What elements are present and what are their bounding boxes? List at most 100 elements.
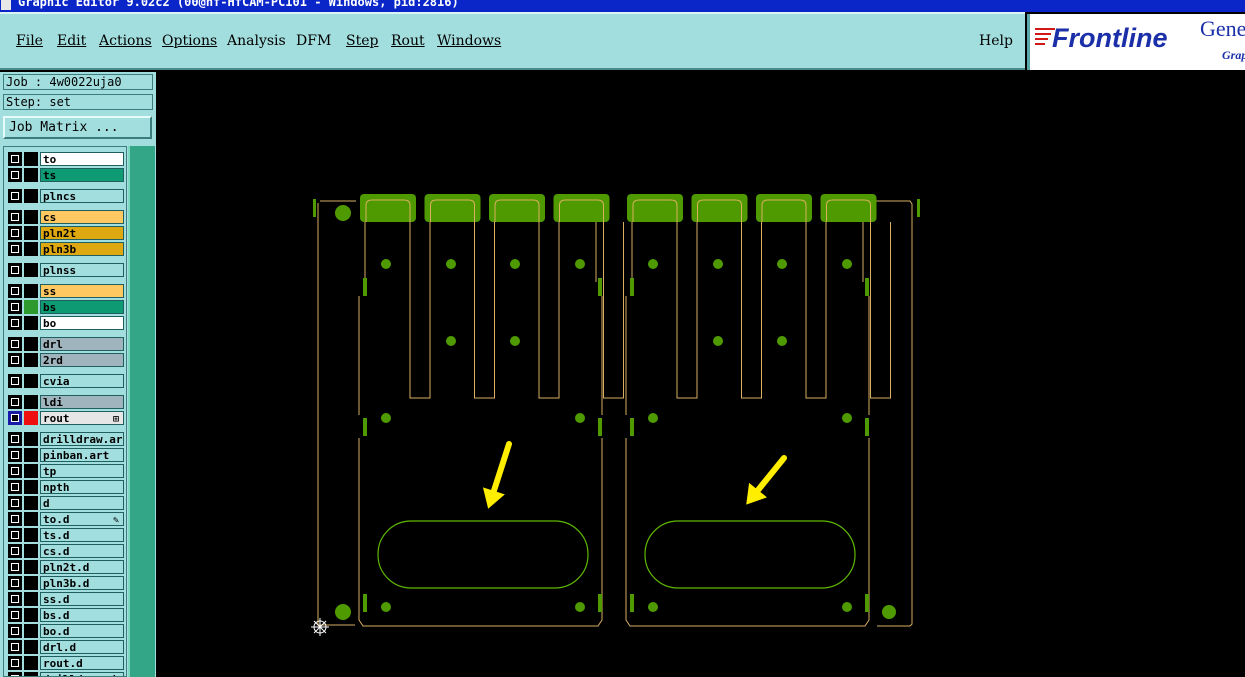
layer-name[interactable]: rout ⊞	[40, 411, 124, 425]
layer-affected-toggle[interactable]	[24, 544, 38, 558]
layer-name[interactable]: ts	[40, 168, 124, 182]
layer-checkbox[interactable]	[8, 226, 22, 240]
layer-name[interactable]: bo	[40, 316, 124, 330]
layer-checkbox[interactable]	[8, 300, 22, 314]
layer-affected-toggle[interactable]	[24, 624, 38, 638]
layer-row-to-d[interactable]: to.d ✎	[6, 511, 126, 527]
layer-affected-toggle[interactable]	[24, 464, 38, 478]
layer-checkbox[interactable]	[8, 560, 22, 574]
layer-name[interactable]: 2rd	[40, 353, 124, 367]
layer-row-pln3b-d[interactable]: pln3b.d	[6, 575, 126, 591]
layer-affected-toggle[interactable]	[24, 512, 38, 526]
layer-affected-toggle[interactable]	[24, 432, 38, 446]
layer-name[interactable]: ts.d	[40, 528, 124, 542]
layer-name[interactable]: cs	[40, 210, 124, 224]
layer-name[interactable]: bo.d	[40, 624, 124, 638]
layer-name[interactable]: drilldraw.ar	[40, 432, 124, 446]
layer-affected-toggle[interactable]	[24, 337, 38, 351]
layer-affected-toggle[interactable]	[24, 411, 38, 425]
layer-checkbox[interactable]	[8, 337, 22, 351]
layer-row-ldi[interactable]: ldi	[6, 394, 126, 410]
layer-row-2rd[interactable]: 2rd	[6, 352, 126, 368]
layer-checkbox[interactable]	[8, 608, 22, 622]
layer-name[interactable]: pln2t	[40, 226, 124, 240]
layer-name[interactable]: to	[40, 152, 124, 166]
layer-affected-toggle[interactable]	[24, 592, 38, 606]
layer-checkbox[interactable]	[8, 640, 22, 654]
menu-options[interactable]: Options	[162, 33, 217, 49]
layer-name[interactable]: cs.d	[40, 544, 124, 558]
layer-name[interactable]: drl.d	[40, 640, 124, 654]
layer-checkbox[interactable]	[8, 395, 22, 409]
layer-affected-toggle[interactable]	[24, 374, 38, 388]
layer-name[interactable]: tp	[40, 464, 124, 478]
layer-affected-toggle[interactable]	[24, 608, 38, 622]
layer-name[interactable]: bs	[40, 300, 124, 314]
layer-list[interactable]: to ts plncs cs pln2t pln3b plnss ss bs bo drl 2rd cv…	[3, 146, 127, 677]
layer-affected-toggle[interactable]	[24, 300, 38, 314]
layer-affected-toggle[interactable]	[24, 672, 38, 676]
layer-checkbox[interactable]	[8, 592, 22, 606]
layer-name[interactable]: pln3b	[40, 242, 124, 256]
layer-row-ts-d[interactable]: ts.d	[6, 527, 126, 543]
layer-name[interactable]: d	[40, 496, 124, 510]
layer-checkbox[interactable]	[8, 210, 22, 224]
layer-affected-toggle[interactable]	[24, 528, 38, 542]
layer-list-scrollbar[interactable]	[128, 146, 155, 677]
menu-analysis[interactable]: Analysis	[227, 33, 286, 49]
layer-affected-toggle[interactable]	[24, 168, 38, 182]
layer-row-rout-d[interactable]: rout.d	[6, 655, 126, 671]
layer-row-drilldraw-d[interactable]: drilldraw.d	[6, 671, 126, 676]
layer-row-bs-d[interactable]: bs.d	[6, 607, 126, 623]
layer-checkbox[interactable]	[8, 284, 22, 298]
layer-affected-toggle[interactable]	[24, 226, 38, 240]
layer-name[interactable]: bs.d	[40, 608, 124, 622]
layer-checkbox[interactable]	[8, 464, 22, 478]
layer-checkbox[interactable]	[8, 411, 22, 425]
layer-affected-toggle[interactable]	[24, 210, 38, 224]
layer-affected-toggle[interactable]	[24, 560, 38, 574]
layer-row-to[interactable]: to	[6, 151, 126, 167]
layer-affected-toggle[interactable]	[24, 189, 38, 203]
menu-dfm[interactable]: DFM	[296, 33, 331, 49]
layer-checkbox[interactable]	[8, 432, 22, 446]
layer-affected-toggle[interactable]	[24, 242, 38, 256]
layer-name[interactable]: pln3b.d	[40, 576, 124, 590]
layer-affected-toggle[interactable]	[24, 656, 38, 670]
layer-name[interactable]: plnss	[40, 263, 124, 277]
layer-name[interactable]: to.d ✎	[40, 512, 124, 526]
layer-row-bs[interactable]: bs	[6, 299, 126, 315]
layer-affected-toggle[interactable]	[24, 576, 38, 590]
pcb-drawing[interactable]	[157, 72, 1245, 677]
layer-row-rout[interactable]: rout ⊞	[6, 410, 126, 426]
menu-help[interactable]: Help	[979, 33, 1013, 49]
layer-affected-toggle[interactable]	[24, 496, 38, 510]
layer-row-bo[interactable]: bo	[6, 315, 126, 331]
layer-checkbox[interactable]	[8, 152, 22, 166]
layer-name[interactable]: pinban.art	[40, 448, 124, 462]
layer-row-plncs[interactable]: plncs	[6, 188, 126, 204]
menu-actions[interactable]: Actions	[99, 33, 152, 49]
layer-row-ss[interactable]: ss	[6, 283, 126, 299]
layer-name[interactable]: ss	[40, 284, 124, 298]
graphic-canvas[interactable]	[157, 72, 1245, 677]
layer-name[interactable]: cvia	[40, 374, 124, 388]
layer-name[interactable]: npth	[40, 480, 124, 494]
layer-row-pln2t[interactable]: pln2t	[6, 225, 126, 241]
layer-row-pln3b[interactable]: pln3b	[6, 241, 126, 257]
layer-affected-toggle[interactable]	[24, 448, 38, 462]
layer-checkbox[interactable]	[8, 374, 22, 388]
layer-row-tp[interactable]: tp	[6, 463, 126, 479]
menu-windows[interactable]: Windows	[437, 33, 501, 49]
app-icon[interactable]	[1, 0, 11, 10]
layer-row-ts[interactable]: ts	[6, 167, 126, 183]
menu-edit[interactable]: Edit	[57, 33, 86, 49]
layer-checkbox[interactable]	[8, 512, 22, 526]
layer-row-ss-d[interactable]: ss.d	[6, 591, 126, 607]
menu-step[interactable]: Step	[346, 33, 378, 49]
layer-affected-toggle[interactable]	[24, 480, 38, 494]
layer-checkbox[interactable]	[8, 656, 22, 670]
menu-rout[interactable]: Rout	[391, 33, 425, 49]
layer-checkbox[interactable]	[8, 496, 22, 510]
menu-file[interactable]: File	[16, 33, 43, 49]
